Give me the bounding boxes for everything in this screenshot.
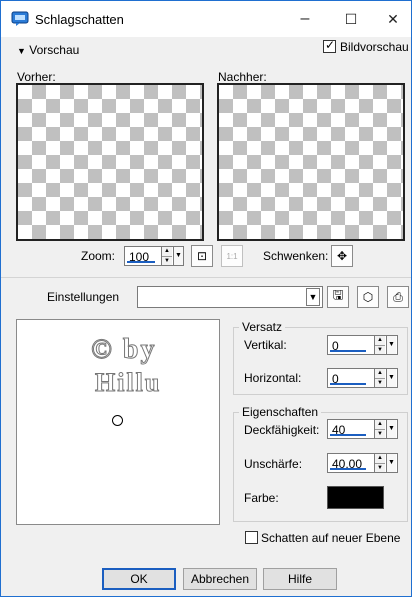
zoom-stepper[interactable]: ▲ ▼	[161, 247, 172, 265]
vertical-underline	[330, 350, 366, 352]
preview-toggle[interactable]: ▼ Vorschau	[17, 43, 79, 57]
window-title: Schlagschatten	[35, 12, 124, 27]
blur-underline	[330, 468, 366, 470]
watermark-line2: Hillu	[94, 368, 162, 398]
vertical-stepper[interactable]: ▲ ▼	[374, 336, 385, 354]
shadow-offset-handle[interactable]	[112, 415, 123, 426]
actual-size-icon: 1:1	[226, 251, 238, 261]
shadow-direction-panel[interactable]: © by Hillu	[16, 319, 220, 525]
properties-group-title: Eigenschaften	[239, 405, 322, 419]
cancel-button[interactable]: Abbrechen	[183, 568, 257, 590]
image-preview-label: Bildvorschau	[340, 40, 409, 54]
triangle-down-icon: ▼	[17, 46, 26, 56]
after-preview[interactable]	[217, 83, 405, 241]
after-label: Nachher:	[218, 70, 267, 84]
arrow-down-icon[interactable]: ▼	[375, 429, 385, 438]
new-layer-checkbox[interactable]	[245, 531, 258, 544]
save-icon: 🖫	[332, 287, 344, 302]
zoom-fit-icon: ⊡	[196, 249, 208, 263]
ok-button[interactable]: OK	[102, 568, 176, 590]
checkmark-icon: ✓	[325, 38, 336, 52]
horizontal-stepper[interactable]: ▲ ▼	[374, 369, 385, 387]
blur-stepper[interactable]: ▲ ▼	[374, 454, 385, 472]
vertical-label: Vertikal:	[244, 338, 287, 352]
arrow-up-icon[interactable]: ▲	[375, 454, 385, 463]
arrow-down-icon[interactable]: ▼	[375, 345, 385, 354]
image-preview-checkbox[interactable]: ✓	[323, 38, 336, 53]
pan-button[interactable]: ✥	[331, 245, 353, 267]
randomize-button[interactable]: ⎙	[387, 286, 409, 308]
before-preview[interactable]	[16, 83, 204, 241]
dialog-window: Schlagschatten – ☐ ✕ ▼ Vorschau ✓ Bildvo…	[0, 0, 412, 597]
close-button[interactable]: ✕	[383, 9, 403, 29]
arrow-up-icon[interactable]: ▲	[375, 369, 385, 378]
before-label: Vorher:	[17, 70, 56, 84]
opacity-underline	[330, 434, 366, 436]
preview-toggle-label: Vorschau	[29, 43, 80, 57]
opacity-label: Deckfähigkeit:	[244, 423, 320, 437]
maximize-button[interactable]: ☐	[341, 9, 361, 29]
vertical-input[interactable]: 0 ▲ ▼ ▼	[327, 335, 398, 355]
zoom-underline	[127, 261, 155, 263]
title-bar: Schlagschatten – ☐ ✕	[1, 1, 411, 37]
horizontal-input[interactable]: 0 ▲ ▼ ▼	[327, 368, 398, 388]
vertical-dropdown-icon[interactable]: ▼	[386, 336, 396, 354]
color-swatch[interactable]	[327, 486, 384, 509]
chevron-down-icon[interactable]: ▼	[306, 288, 320, 306]
offset-group-title: Versatz	[239, 320, 286, 334]
save-preset-button[interactable]: 🖫	[327, 286, 349, 308]
printer-icon: ⎙	[393, 289, 403, 304]
settings-label: Einstellungen	[47, 290, 120, 304]
zoom-fit-button[interactable]: ⊡	[191, 245, 213, 267]
cube-icon: ⬡	[362, 290, 374, 304]
arrow-down-icon[interactable]: ▼	[375, 463, 385, 472]
reset-button[interactable]: ⬡	[357, 286, 379, 308]
arrow-up-icon[interactable]: ▲	[375, 420, 385, 429]
blur-dropdown-icon[interactable]: ▼	[386, 454, 396, 472]
zoom-actual-size-button[interactable]: 1:1	[221, 245, 243, 267]
new-layer-label: Schatten auf neuer Ebene	[261, 531, 401, 545]
move-icon: ✥	[336, 249, 348, 263]
opacity-stepper[interactable]: ▲ ▼	[374, 420, 385, 438]
pan-label: Schwenken:	[263, 249, 329, 263]
watermark-line1: © by	[91, 334, 157, 366]
arrow-down-icon[interactable]: ▼	[162, 256, 172, 265]
separator	[1, 277, 411, 278]
minimize-button[interactable]: –	[295, 9, 315, 29]
zoom-spinner[interactable]: 100 ▲ ▼ ▼	[124, 246, 184, 266]
zoom-label: Zoom:	[81, 249, 116, 263]
app-dialog-icon	[11, 11, 29, 26]
settings-dropdown[interactable]: ▼	[137, 286, 323, 308]
blur-input[interactable]: 40,00 ▲ ▼ ▼	[327, 453, 398, 473]
arrow-down-icon[interactable]: ▼	[375, 378, 385, 387]
zoom-dropdown-icon[interactable]: ▼	[173, 247, 183, 265]
opacity-input[interactable]: 40 ▲ ▼ ▼	[327, 419, 398, 439]
blur-label: Unschärfe:	[244, 457, 303, 471]
horizontal-dropdown-icon[interactable]: ▼	[386, 369, 396, 387]
horizontal-underline	[330, 383, 366, 385]
help-button[interactable]: Hilfe	[263, 568, 337, 590]
arrow-up-icon[interactable]: ▲	[375, 336, 385, 345]
arrow-up-icon[interactable]: ▲	[162, 247, 172, 256]
color-label: Farbe:	[244, 491, 279, 505]
horizontal-label: Horizontal:	[244, 371, 302, 385]
opacity-dropdown-icon[interactable]: ▼	[386, 420, 396, 438]
